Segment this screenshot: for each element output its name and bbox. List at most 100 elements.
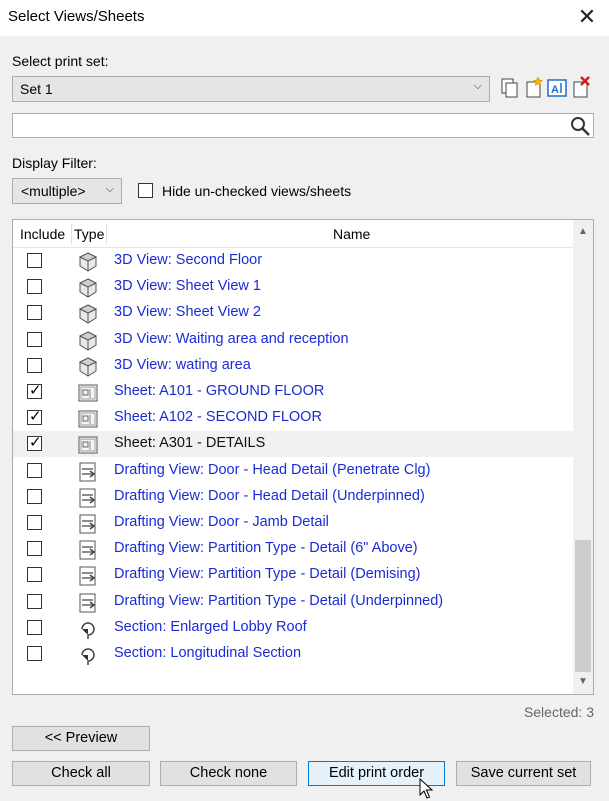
drafting-view-icon: [79, 462, 96, 482]
view-name[interactable]: Section: Enlarged Lobby Roof: [114, 619, 307, 635]
list-item[interactable]: 3D View: Waiting area and reception: [13, 327, 573, 353]
list-item[interactable]: 3D View: Sheet View 1: [13, 274, 573, 300]
chevron-down-icon: ⌵: [473, 80, 482, 92]
window-title: Select Views/Sheets: [8, 8, 145, 25]
include-checkbox[interactable]: [27, 331, 42, 347]
list-item[interactable]: 3D View: Sheet View 2: [13, 300, 573, 326]
include-checkbox[interactable]: [27, 305, 42, 321]
include-checkbox[interactable]: [27, 646, 42, 661]
column-header-include[interactable]: Include: [20, 226, 65, 242]
include-checkbox[interactable]: [27, 279, 42, 295]
view-name[interactable]: Drafting View: Partition Type - Detail (…: [114, 593, 443, 609]
list-item[interactable]: 3D View: Second Floor: [13, 248, 573, 274]
view-name[interactable]: Drafting View: Door - Jamb Detail: [114, 514, 329, 530]
include-checkbox[interactable]: [27, 462, 42, 478]
view-name[interactable]: 3D View: wating area: [114, 357, 251, 373]
scrollbar-thumb[interactable]: [575, 540, 591, 672]
list-item[interactable]: Section: Longitudinal Section: [13, 641, 573, 667]
view-name[interactable]: 3D View: Waiting area and reception: [114, 331, 349, 347]
list-item[interactable]: Drafting View: Door - Head Detail (Penet…: [13, 458, 573, 484]
close-icon[interactable]: ✕: [574, 4, 600, 30]
view-name[interactable]: Drafting View: Partition Type - Detail (…: [114, 540, 418, 556]
list-header: Include Type Name: [13, 220, 573, 248]
list-item[interactable]: Drafting View: Door - Jamb Detail: [13, 510, 573, 536]
display-filter-dropdown[interactable]: <multiple> ⌵: [12, 178, 122, 204]
search-input[interactable]: [12, 113, 594, 138]
include-checkbox[interactable]: [27, 357, 42, 373]
3d-view-icon: [78, 278, 98, 298]
include-checkbox[interactable]: ✓: [27, 382, 42, 399]
chevron-down-icon: ⌵: [105, 183, 114, 195]
3d-view-icon: [78, 357, 98, 377]
sheet-icon: [78, 410, 98, 428]
selected-count: Selected: 3: [523, 704, 594, 720]
3d-view-icon: [78, 252, 98, 272]
column-header-type[interactable]: Type: [74, 226, 104, 242]
title-bar: Select Views/Sheets ✕: [0, 0, 609, 36]
section-icon: [81, 648, 95, 665]
drafting-view-icon: [79, 593, 96, 613]
preview-button[interactable]: << Preview: [12, 726, 150, 751]
list-item[interactable]: ✓ Sheet: A101 - GROUND FLOOR: [13, 379, 573, 405]
list-item[interactable]: Drafting View: Partition Type - Detail (…: [13, 589, 573, 615]
column-divider[interactable]: [71, 224, 72, 244]
view-name[interactable]: Drafting View: Partition Type - Detail (…: [114, 566, 421, 582]
include-checkbox[interactable]: ✓: [27, 434, 42, 452]
include-checkbox[interactable]: [27, 541, 42, 557]
list-item[interactable]: ✓ Sheet: A301 - DETAILS: [13, 431, 573, 458]
vertical-scrollbar[interactable]: ▲ ▼: [573, 220, 593, 694]
view-name[interactable]: 3D View: Second Floor: [114, 252, 262, 268]
checkmark-icon: ✓: [29, 382, 42, 399]
list-item[interactable]: Drafting View: Door - Head Detail (Under…: [13, 484, 573, 510]
list-item[interactable]: Section: Enlarged Lobby Roof: [13, 615, 573, 641]
include-checkbox[interactable]: [27, 515, 42, 530]
include-checkbox[interactable]: [27, 253, 42, 268]
save-current-set-button[interactable]: Save current set: [456, 761, 591, 786]
search-icon[interactable]: [569, 115, 591, 137]
view-name[interactable]: 3D View: Sheet View 2: [114, 304, 261, 320]
scroll-up-arrow-icon[interactable]: ▲: [573, 222, 593, 242]
column-header-name[interactable]: Name: [333, 226, 370, 242]
include-checkbox[interactable]: [27, 567, 42, 583]
view-name[interactable]: 3D View: Sheet View 1: [114, 278, 261, 294]
section-icon: [81, 622, 95, 639]
hide-unchecked-label[interactable]: Hide un-checked views/sheets: [162, 183, 351, 199]
view-name[interactable]: Drafting View: Door - Head Detail (Penet…: [114, 462, 430, 478]
mouse-cursor-icon: [419, 778, 434, 799]
check-all-button[interactable]: Check all: [12, 761, 150, 786]
check-none-button[interactable]: Check none: [160, 761, 297, 786]
svg-text:A: A: [551, 84, 559, 96]
new-set-icon[interactable]: [523, 76, 545, 100]
column-divider[interactable]: [106, 224, 107, 244]
include-checkbox[interactable]: [27, 619, 42, 635]
list-item[interactable]: Drafting View: Partition Type - Detail (…: [13, 562, 573, 588]
print-set-dropdown[interactable]: Set 1 ⌵: [12, 76, 490, 102]
hide-unchecked-checkbox[interactable]: [138, 183, 153, 198]
views-sheets-list: Include Type Name 3D View: Second Floor 3…: [12, 219, 594, 695]
view-name[interactable]: Sheet: A301 - DETAILS: [114, 435, 265, 451]
duplicate-icon[interactable]: [499, 76, 521, 100]
include-checkbox[interactable]: ✓: [27, 408, 42, 426]
print-set-label: Select print set:: [12, 53, 109, 69]
3d-view-icon: [78, 331, 98, 351]
list-item[interactable]: Drafting View: Partition Type - Detail (…: [13, 536, 573, 562]
delete-set-icon[interactable]: [570, 76, 592, 100]
scroll-down-arrow-icon[interactable]: ▼: [573, 672, 593, 692]
drafting-view-icon: [79, 566, 96, 586]
list-item[interactable]: 3D View: wating area: [13, 353, 573, 379]
view-name[interactable]: Sheet: A102 - SECOND FLOOR: [114, 409, 322, 425]
checkmark-icon: ✓: [29, 434, 42, 452]
print-set-value: Set 1: [20, 81, 53, 97]
display-filter-value: <multiple>: [21, 183, 86, 199]
view-name[interactable]: Sheet: A101 - GROUND FLOOR: [114, 383, 324, 399]
list-item[interactable]: ✓ Sheet: A102 - SECOND FLOOR: [13, 405, 573, 431]
drafting-view-icon: [79, 488, 96, 508]
drafting-view-icon: [79, 514, 96, 534]
view-name[interactable]: Section: Longitudinal Section: [114, 645, 301, 661]
rename-icon[interactable]: A: [546, 76, 568, 100]
include-checkbox[interactable]: [27, 488, 42, 504]
drafting-view-icon: [79, 540, 96, 560]
include-checkbox[interactable]: [27, 593, 42, 609]
display-filter-label: Display Filter:: [12, 155, 97, 171]
view-name[interactable]: Drafting View: Door - Head Detail (Under…: [114, 488, 425, 504]
